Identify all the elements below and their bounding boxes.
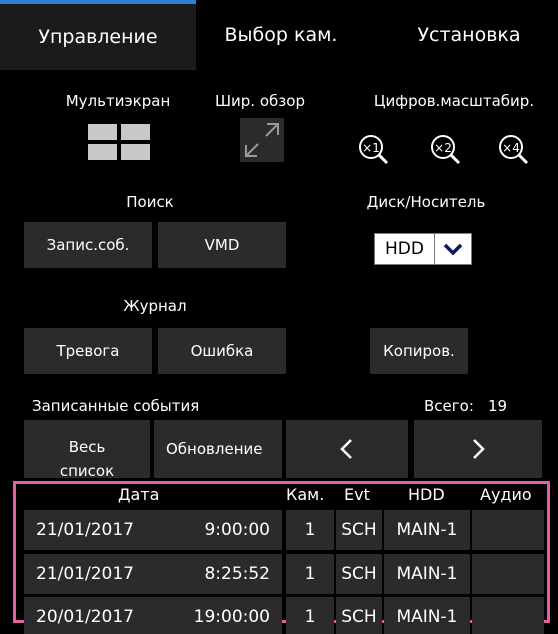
total-label: Всего: bbox=[424, 397, 474, 415]
zoom-x4-icon[interactable]: ×4 bbox=[496, 132, 530, 166]
row-datetime: 21/01/2017 9:00:00 bbox=[24, 510, 282, 550]
zoom-x1-label: ×1 bbox=[362, 141, 380, 155]
row-hdd: MAIN-1 bbox=[384, 597, 470, 634]
digital-zoom-label: Цифров.масштабир. bbox=[373, 92, 535, 110]
error-button[interactable]: Ошибка bbox=[158, 328, 286, 374]
row-event: SCH bbox=[336, 597, 382, 634]
column-header-hdd: HDD bbox=[408, 485, 445, 504]
tab-camera-select[interactable]: Выбор кам. bbox=[196, 0, 366, 70]
alarm-button[interactable]: Тревога bbox=[24, 328, 152, 374]
prev-page-button[interactable] bbox=[286, 420, 408, 478]
row-hdd: MAIN-1 bbox=[384, 510, 470, 550]
chevron-left-icon bbox=[340, 439, 352, 459]
all-list-label: Весь список bbox=[59, 438, 115, 480]
row-audio bbox=[472, 554, 544, 594]
refresh-button[interactable]: Обновление bbox=[154, 420, 282, 478]
disk-label: Диск/Носитель bbox=[366, 193, 486, 211]
row-time: 19:00:00 bbox=[193, 607, 270, 627]
vmd-button[interactable]: VMD bbox=[158, 222, 286, 268]
column-header-event: Evt bbox=[344, 485, 370, 504]
tab-control[interactable]: Управление bbox=[0, 0, 196, 70]
rec-event-button[interactable]: Запис.соб. bbox=[24, 222, 152, 268]
multiscreen-label: Мультиэкран bbox=[65, 92, 171, 110]
column-header-camera: Кам. bbox=[286, 485, 325, 504]
row-event: SCH bbox=[336, 554, 382, 594]
row-time: 8:25:52 bbox=[204, 564, 270, 584]
copy-button[interactable]: Копиров. bbox=[370, 328, 468, 374]
chevron-right-icon bbox=[473, 439, 485, 459]
disk-select[interactable]: HDD bbox=[374, 233, 472, 265]
next-page-button[interactable] bbox=[414, 420, 542, 478]
row-datetime: 20/01/2017 19:00:00 bbox=[24, 597, 282, 634]
row-camera: 1 bbox=[286, 510, 334, 550]
zoom-x4-label: ×4 bbox=[502, 141, 520, 155]
total-count: 19 bbox=[488, 397, 508, 415]
zoom-x2-icon[interactable]: ×2 bbox=[428, 132, 462, 166]
row-datetime: 21/01/2017 8:25:52 bbox=[24, 554, 282, 594]
row-audio bbox=[472, 597, 544, 634]
quad-grid-icon[interactable] bbox=[88, 124, 150, 160]
tab-bar: Управление Выбор кам. Установка bbox=[0, 0, 558, 70]
row-date: 21/01/2017 bbox=[36, 564, 134, 584]
wide-view-label: Шир. обзор bbox=[215, 92, 305, 110]
table-row[interactable]: 21/01/2017 8:25:52 1 SCH MAIN-1 bbox=[24, 554, 544, 594]
column-header-date: Дата bbox=[118, 485, 160, 504]
recorded-events-label: Записанные события bbox=[32, 397, 200, 415]
table-row[interactable]: 20/01/2017 19:00:00 1 SCH MAIN-1 bbox=[24, 597, 544, 634]
tab-setup[interactable]: Установка bbox=[380, 0, 558, 70]
row-camera: 1 bbox=[286, 597, 334, 634]
column-header-audio: Аудио bbox=[480, 485, 532, 504]
row-hdd: MAIN-1 bbox=[384, 554, 470, 594]
table-row[interactable]: 21/01/2017 9:00:00 1 SCH MAIN-1 bbox=[24, 510, 544, 550]
zoom-x1-icon[interactable]: ×1 bbox=[356, 132, 390, 166]
journal-label: Журнал bbox=[123, 297, 187, 315]
row-date: 21/01/2017 bbox=[36, 520, 134, 540]
row-audio bbox=[472, 510, 544, 550]
row-camera: 1 bbox=[286, 554, 334, 594]
zoom-x2-label: ×2 bbox=[434, 141, 452, 155]
search-label: Поиск bbox=[126, 193, 174, 211]
row-date: 20/01/2017 bbox=[36, 607, 134, 627]
row-event: SCH bbox=[336, 510, 382, 550]
all-list-button[interactable]: Весь список bbox=[24, 420, 150, 480]
chevron-down-icon[interactable] bbox=[434, 234, 471, 264]
disk-select-value: HDD bbox=[385, 239, 424, 259]
expand-arrows-icon[interactable] bbox=[240, 118, 284, 162]
row-time: 9:00:00 bbox=[204, 520, 270, 540]
